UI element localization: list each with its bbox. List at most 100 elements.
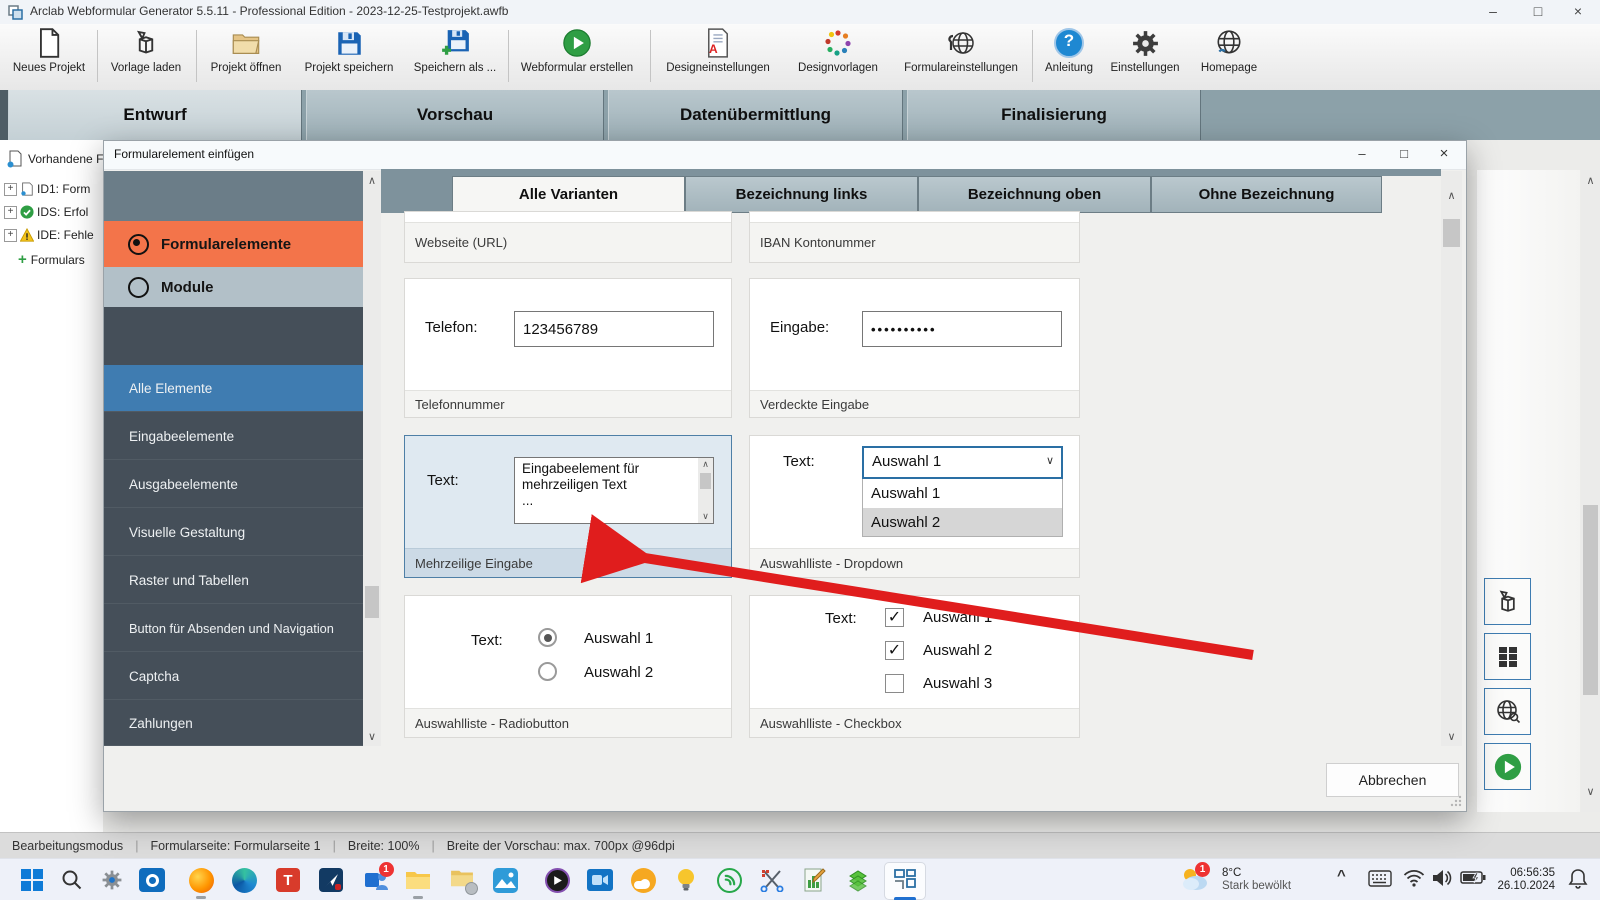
- category-ausgabeelemente[interactable]: Ausgabeelemente: [104, 461, 363, 508]
- scrollbar-thumb[interactable]: [1583, 505, 1598, 695]
- multiline-textarea[interactable]: Eingabeelement für mehrzeiligen Text ...…: [514, 457, 714, 524]
- cancel-button[interactable]: Abbrechen: [1326, 763, 1459, 797]
- expander-icon[interactable]: +: [4, 229, 17, 242]
- green-stack-app-icon[interactable]: [844, 866, 872, 894]
- weather-app-icon[interactable]: [629, 866, 657, 894]
- dock-web-button[interactable]: [1484, 688, 1531, 735]
- start-button[interactable]: [18, 866, 46, 894]
- snipping-tool-icon[interactable]: [758, 866, 786, 894]
- textarea-scrollbar[interactable]: ∧ ∨: [698, 458, 713, 523]
- dialog-scrollbar[interactable]: ∧ ∨: [1441, 171, 1462, 746]
- notification-bell-icon[interactable]: [1568, 868, 1588, 895]
- edge-icon[interactable]: [230, 866, 258, 894]
- tree-item-ide[interactable]: + IDE: Fehle: [4, 228, 94, 242]
- category-zahlungen[interactable]: Zahlungen: [104, 701, 363, 746]
- design-settings-button[interactable]: A Designeinstellungen: [658, 26, 778, 86]
- scroll-down-icon[interactable]: ∨: [363, 730, 381, 743]
- sidebar-scrollbar[interactable]: ∧ ∨: [363, 171, 381, 746]
- card-telefonnummer[interactable]: Telefon: 123456789 Telefonnummer: [404, 278, 732, 418]
- folder-tools-icon[interactable]: [448, 866, 476, 894]
- dialog-close-button[interactable]: ×: [1426, 143, 1462, 167]
- tab-vorschau[interactable]: Vorschau: [306, 90, 604, 140]
- category-captcha[interactable]: Captcha: [104, 653, 363, 700]
- wifi-icon[interactable]: [1403, 869, 1425, 892]
- tab-finalisierung[interactable]: Finalisierung: [907, 90, 1201, 140]
- tray-expand-chevron[interactable]: ^: [1337, 867, 1346, 884]
- category-raster-tabellen[interactable]: Raster und Tabellen: [104, 557, 363, 604]
- dialog-tab-ohne-bezeichnung[interactable]: Ohne Bezeichnung: [1151, 176, 1382, 213]
- arclab-app-taskbar-button[interactable]: [884, 862, 926, 900]
- checkbox-unchecked-icon[interactable]: [885, 674, 904, 693]
- photos-icon[interactable]: [491, 866, 519, 894]
- checkbox-checked-icon[interactable]: ✓: [885, 641, 904, 660]
- scrollbar-thumb[interactable]: [365, 586, 379, 618]
- navy-app-icon[interactable]: [317, 866, 345, 894]
- card-iban[interactable]: IBAN Kontonummer: [749, 211, 1080, 263]
- mode-formularelemente[interactable]: Formularelemente: [104, 221, 363, 267]
- tree-item-add-page[interactable]: + Formulars: [18, 251, 85, 268]
- homepage-button[interactable]: Homepage: [1192, 26, 1266, 86]
- mode-module[interactable]: Module: [104, 267, 363, 307]
- card-webseite-url[interactable]: Webseite (URL): [404, 211, 732, 263]
- window-close-button[interactable]: ×: [1561, 0, 1595, 24]
- scroll-up-icon[interactable]: ∧: [698, 459, 713, 470]
- settings-button[interactable]: Einstellungen: [1104, 26, 1186, 86]
- search-icon[interactable]: [58, 866, 86, 894]
- scroll-down-icon[interactable]: ∨: [1441, 730, 1462, 743]
- card-verdeckte-eingabe[interactable]: Eingabe: •••••••••• Verdeckte Eingabe: [749, 278, 1080, 418]
- dock-grid-button[interactable]: [1484, 633, 1531, 680]
- radio-checked-icon[interactable]: [538, 628, 557, 647]
- category-alle-elemente[interactable]: Alle Elemente: [104, 365, 363, 412]
- dropdown-select[interactable]: Auswahl 1 ∨: [862, 446, 1063, 479]
- touch-keyboard-icon[interactable]: [1368, 870, 1392, 892]
- scroll-up-icon[interactable]: ∧: [363, 174, 381, 187]
- dialog-tab-bezeichnung-links[interactable]: Bezeichnung links: [685, 176, 918, 213]
- tab-entwurf[interactable]: Entwurf: [8, 90, 302, 140]
- red-t-app-icon[interactable]: T: [274, 866, 302, 894]
- weather-text[interactable]: 8°C Stark bewölkt: [1222, 867, 1291, 893]
- outlook-icon[interactable]: [138, 866, 166, 894]
- dialog-tab-bezeichnung-oben[interactable]: Bezeichnung oben: [918, 176, 1151, 213]
- battery-icon[interactable]: [1460, 870, 1486, 890]
- main-vertical-scrollbar[interactable]: ∧ ∨: [1581, 170, 1600, 812]
- dialog-tab-alle-varianten[interactable]: Alle Varianten: [452, 176, 685, 213]
- scroll-down-icon[interactable]: ∨: [1581, 785, 1600, 798]
- form-settings-button[interactable]: Formulareinstellungen: [894, 26, 1028, 86]
- resize-grip[interactable]: [1448, 793, 1462, 807]
- open-project-button[interactable]: Projekt öffnen: [200, 26, 292, 86]
- scroll-up-icon[interactable]: ∧: [1581, 174, 1600, 187]
- clock[interactable]: 06:56:35 26.10.2024: [1495, 867, 1555, 893]
- card-checkbox[interactable]: Text: ✓ Auswahl 1 ✓ Auswahl 2 Auswahl 3 …: [749, 595, 1080, 738]
- category-visuelle-gestaltung[interactable]: Visuelle Gestaltung: [104, 509, 363, 556]
- scroll-down-icon[interactable]: ∨: [698, 511, 713, 522]
- whatsapp-icon[interactable]: [715, 866, 743, 894]
- tree-item-id1[interactable]: + ID1: Form: [4, 182, 90, 196]
- help-button[interactable]: ? Anleitung: [1038, 26, 1100, 86]
- expander-icon[interactable]: +: [4, 206, 17, 219]
- scroll-up-icon[interactable]: ∧: [1441, 189, 1462, 202]
- dialog-maximize-button[interactable]: □: [1386, 143, 1422, 167]
- tree-item-ids[interactable]: + IDS: Erfol: [4, 205, 88, 219]
- settings-gear-icon[interactable]: [98, 866, 126, 894]
- card-mehrzeilige-eingabe[interactable]: Text: Eingabeelement für mehrzeiligen Te…: [404, 435, 732, 578]
- dialog-minimize-button[interactable]: –: [1344, 143, 1380, 167]
- checkbox-checked-icon[interactable]: ✓: [885, 608, 904, 627]
- expander-icon[interactable]: +: [4, 183, 17, 196]
- dropdown-option[interactable]: Auswahl 1: [863, 479, 1062, 508]
- media-player-icon[interactable]: [543, 866, 571, 894]
- new-project-button[interactable]: Neues Projekt: [4, 26, 94, 86]
- card-radiobutton[interactable]: Text: Auswahl 1 Auswahl 2 Auswahlliste -…: [404, 595, 732, 738]
- create-webform-button[interactable]: Webformular erstellen: [512, 26, 642, 86]
- password-input[interactable]: ••••••••••: [862, 311, 1062, 347]
- weather-tray-icon[interactable]: 1: [1180, 865, 1212, 895]
- dropdown-option[interactable]: Auswahl 2: [863, 508, 1062, 536]
- window-maximize-button[interactable]: □: [1521, 0, 1555, 24]
- screen-record-icon[interactable]: [586, 866, 614, 894]
- window-minimize-button[interactable]: –: [1476, 0, 1510, 24]
- phone-input[interactable]: 123456789: [514, 311, 714, 347]
- file-explorer-icon[interactable]: [404, 866, 432, 894]
- firefox-icon[interactable]: [187, 866, 215, 894]
- dock-elements-button[interactable]: [1484, 578, 1531, 625]
- report-editor-icon[interactable]: [801, 866, 829, 894]
- save-as-button[interactable]: Speichern als ...: [406, 26, 504, 86]
